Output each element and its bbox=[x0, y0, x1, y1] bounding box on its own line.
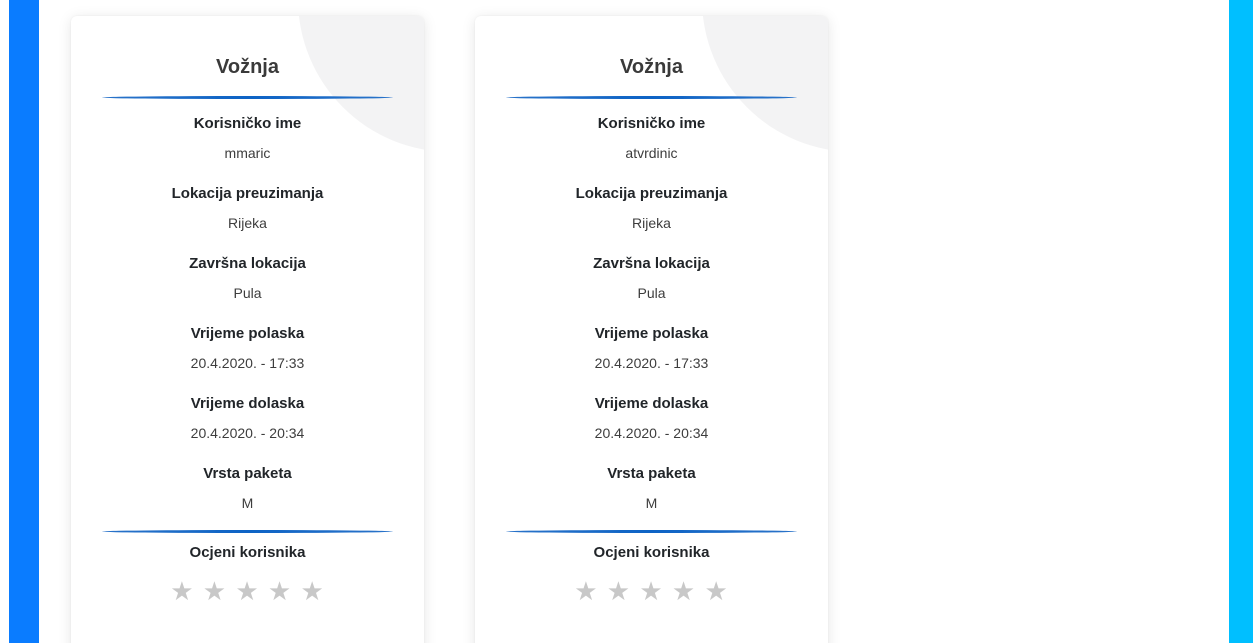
field-label: Završna lokacija bbox=[593, 255, 710, 272]
star-rating[interactable]: ★ ★ ★ ★ ★ bbox=[71, 577, 424, 605]
field-value: Rijeka bbox=[228, 215, 267, 231]
ride-details: Korisničko ime mmaric Lokacija preuziman… bbox=[71, 99, 424, 532]
field-destination: Završna lokacija Pula bbox=[475, 252, 828, 322]
card-title: Vožnja bbox=[216, 56, 279, 78]
field-value: 20.4.2020. - 20:34 bbox=[594, 425, 709, 441]
field-label: Vrijeme polaska bbox=[594, 325, 709, 342]
field-value: Pula bbox=[233, 285, 262, 301]
star-icon[interactable]: ★ bbox=[235, 577, 259, 605]
page: Vožnja Korisničko ime mmaric Lokacija pr… bbox=[0, 0, 1253, 643]
field-departure-time: Vrijeme polaska 20.4.2020. - 17:33 bbox=[71, 322, 424, 392]
star-icon[interactable]: ★ bbox=[170, 577, 194, 605]
star-icon[interactable]: ★ bbox=[704, 577, 728, 605]
field-username: Korisničko ime mmaric bbox=[71, 112, 424, 182]
field-pickup-location: Lokacija preuzimanja Rijeka bbox=[71, 182, 424, 252]
field-label: Završna lokacija bbox=[189, 255, 306, 272]
left-accent-bar bbox=[9, 0, 39, 643]
field-label: Korisničko ime bbox=[597, 115, 706, 132]
field-label: Lokacija preuzimanja bbox=[575, 185, 728, 202]
field-value: 20.4.2020. - 17:33 bbox=[190, 355, 305, 371]
field-pickup-location: Lokacija preuzimanja Rijeka bbox=[475, 182, 828, 252]
field-destination: Završna lokacija Pula bbox=[71, 252, 424, 322]
card-divider bbox=[102, 530, 393, 533]
field-value: atvrdinic bbox=[625, 145, 678, 161]
field-label: Vrijeme polaska bbox=[190, 325, 305, 342]
rate-user-label: Ocjeni korisnika bbox=[593, 544, 710, 561]
star-icon[interactable]: ★ bbox=[639, 577, 663, 605]
field-arrival-time: Vrijeme dolaska 20.4.2020. - 20:34 bbox=[475, 392, 828, 462]
field-label: Vrijeme dolaska bbox=[594, 395, 709, 412]
field-label: Vrijeme dolaska bbox=[190, 395, 305, 412]
field-value: mmaric bbox=[224, 145, 271, 161]
field-arrival-time: Vrijeme dolaska 20.4.2020. - 20:34 bbox=[71, 392, 424, 462]
field-value: Pula bbox=[637, 285, 666, 301]
card-divider bbox=[506, 530, 797, 533]
star-icon[interactable]: ★ bbox=[268, 577, 292, 605]
star-icon[interactable]: ★ bbox=[607, 577, 631, 605]
field-package-type: Vrsta paketa M bbox=[71, 462, 424, 532]
star-icon[interactable]: ★ bbox=[203, 577, 227, 605]
field-departure-time: Vrijeme polaska 20.4.2020. - 17:33 bbox=[475, 322, 828, 392]
field-label: Korisničko ime bbox=[193, 115, 302, 132]
ride-card: Vožnja Korisničko ime atvrdinic Lokacija… bbox=[475, 16, 828, 643]
field-label: Vrsta paketa bbox=[203, 465, 292, 482]
field-value: Rijeka bbox=[632, 215, 671, 231]
field-label: Lokacija preuzimanja bbox=[171, 185, 324, 202]
field-value: M bbox=[241, 495, 254, 511]
rate-user-label: Ocjeni korisnika bbox=[189, 544, 306, 561]
field-username: Korisničko ime atvrdinic bbox=[475, 112, 828, 182]
ride-details: Korisničko ime atvrdinic Lokacija preuzi… bbox=[475, 99, 828, 532]
star-rating[interactable]: ★ ★ ★ ★ ★ bbox=[475, 577, 828, 605]
right-accent-bar bbox=[1229, 0, 1253, 643]
star-icon[interactable]: ★ bbox=[574, 577, 598, 605]
ride-card: Vožnja Korisničko ime mmaric Lokacija pr… bbox=[71, 16, 424, 643]
star-icon[interactable]: ★ bbox=[300, 577, 324, 605]
field-value: 20.4.2020. - 20:34 bbox=[190, 425, 305, 441]
card-title: Vožnja bbox=[620, 56, 683, 78]
field-value: M bbox=[645, 495, 658, 511]
star-icon[interactable]: ★ bbox=[672, 577, 696, 605]
field-value: 20.4.2020. - 17:33 bbox=[594, 355, 709, 371]
field-package-type: Vrsta paketa M bbox=[475, 462, 828, 532]
field-label: Vrsta paketa bbox=[607, 465, 696, 482]
